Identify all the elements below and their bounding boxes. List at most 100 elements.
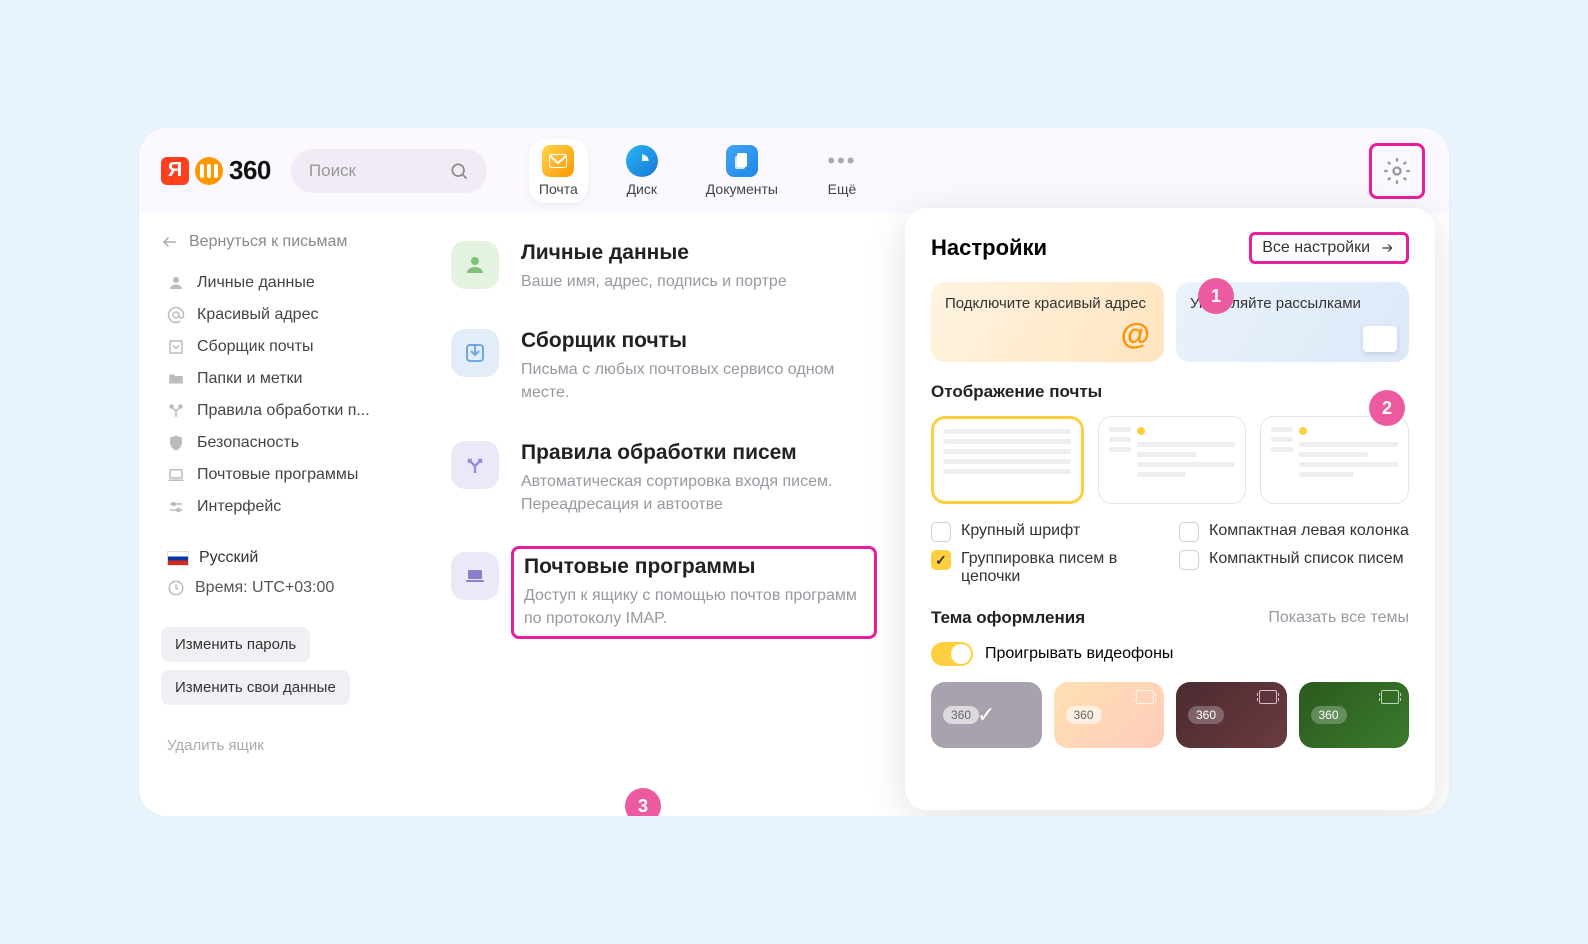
language-label: Русский <box>199 549 258 567</box>
sidebar-item-interface[interactable]: Интерфейс <box>161 491 407 523</box>
check-icon: ✓ <box>977 702 995 728</box>
checkbox-icon <box>931 522 951 542</box>
check-compact-list[interactable]: Компактный список писем <box>1179 550 1409 586</box>
card-desc: Автоматическая сортировка входя писем. П… <box>521 470 861 516</box>
search-placeholder: Поиск <box>309 161 356 181</box>
sidebar-item-mail-clients[interactable]: Почтовые программы <box>161 459 407 491</box>
sidebar-item-personal[interactable]: Личные данные <box>161 267 407 299</box>
person-icon <box>167 274 185 292</box>
section-theme-title: Тема оформления <box>931 608 1085 628</box>
sidebar-label: Почтовые программы <box>197 466 358 484</box>
check-group-threads[interactable]: ✓ Группировка писем в цепочки <box>931 550 1161 586</box>
promo-pretty-address[interactable]: Подключите красивый адрес @ <box>931 282 1164 362</box>
all-settings-label: Все настройки <box>1262 239 1370 257</box>
video-backgrounds-toggle[interactable]: Проигрывать видеофоны <box>931 642 1409 666</box>
theme-tag: 360 <box>1066 706 1102 724</box>
service-label: Диск <box>627 181 657 197</box>
film-icon <box>1381 690 1399 704</box>
timezone-row[interactable]: Время: UTC+03:00 <box>161 573 407 603</box>
mail-icon <box>542 145 574 177</box>
service-more[interactable]: ••• Ещё <box>816 139 868 203</box>
check-compact-left[interactable]: Компактная левая колонка <box>1179 522 1409 542</box>
logo[interactable]: Я 360 <box>161 155 271 186</box>
check-label: Группировка писем в цепочки <box>961 550 1161 586</box>
laptop-icon <box>451 552 499 600</box>
card-desc: Ваше имя, адрес, подпись и портре <box>521 270 787 293</box>
language-selector[interactable]: Русский <box>161 543 407 573</box>
sidebar-item-security[interactable]: Безопасность <box>161 427 407 459</box>
sidebar-item-rules[interactable]: Правила обработки п... <box>161 395 407 427</box>
mail-clients-highlight: Почтовые программы Доступ к ящику с помо… <box>511 546 877 639</box>
sidebar-label: Интерфейс <box>197 498 281 516</box>
arrow-right-icon <box>1378 241 1396 255</box>
clock-icon <box>167 579 185 597</box>
logo-text: 360 <box>229 155 271 186</box>
inbox-download-icon <box>451 329 499 377</box>
search-icon <box>449 161 469 181</box>
all-settings-link[interactable]: Все настройки <box>1249 232 1409 264</box>
card-title: Почтовые программы <box>524 555 864 579</box>
toggle-label: Проигрывать видеофоны <box>985 645 1173 663</box>
sidebar-item-collector[interactable]: Сборщик почты <box>161 331 407 363</box>
sidebar-label: Правила обработки п... <box>197 402 370 420</box>
layout-option-2[interactable] <box>1098 416 1247 504</box>
flag-ru-icon <box>167 551 189 566</box>
sidebar-label: Безопасность <box>197 434 299 452</box>
card-desc: Письма с любых почтовых сервисо одном ме… <box>521 358 861 404</box>
theme-option-4[interactable]: 360 <box>1299 682 1410 748</box>
change-data-button[interactable]: Изменить свои данные <box>161 670 350 705</box>
sidebar-label: Личные данные <box>197 274 315 292</box>
layout-option-3[interactable] <box>1260 416 1409 504</box>
split-arrow-icon <box>451 441 499 489</box>
promo-label: Подключите красивый адрес <box>945 295 1146 312</box>
annotation-badge-2: 2 <box>1369 390 1405 426</box>
back-label: Вернуться к письмам <box>189 233 347 251</box>
check-label: Компактный список писем <box>1209 550 1404 568</box>
layout-option-1[interactable] <box>931 416 1084 504</box>
theme-option-3[interactable]: 360 <box>1176 682 1287 748</box>
laptop-icon <box>167 466 185 484</box>
theme-tag: 360 <box>1311 706 1347 724</box>
at-icon <box>167 306 185 324</box>
split-icon <box>167 402 185 420</box>
check-label: Компактная левая колонка <box>1209 522 1409 540</box>
sidebar-label: Красивый адрес <box>197 306 318 324</box>
delete-mailbox-link[interactable]: Удалить ящик <box>161 737 407 754</box>
shield-icon <box>167 434 185 452</box>
inbox-icon <box>167 338 185 356</box>
search-input[interactable]: Поиск <box>291 149 487 193</box>
film-icon <box>1136 690 1154 704</box>
person-icon <box>451 241 499 289</box>
app-window: Я 360 Поиск Почта Диск <box>139 128 1449 816</box>
check-large-font[interactable]: Крупный шрифт <box>931 522 1161 542</box>
sidebar-item-address[interactable]: Красивый адрес <box>161 299 407 331</box>
at-decoration-icon: @ <box>1121 315 1150 354</box>
card-title: Сборщик почты <box>521 329 861 353</box>
service-label: Почта <box>539 181 578 197</box>
settings-button[interactable] <box>1383 157 1411 185</box>
card-title: Правила обработки писем <box>521 441 861 465</box>
theme-option-1[interactable]: 360 ✓ <box>931 682 1042 748</box>
annotation-badge-3: 3 <box>625 788 661 816</box>
card-title: Личные данные <box>521 241 787 265</box>
film-icon <box>1259 690 1277 704</box>
card-desc: Доступ к ящику с помощью почтов программ… <box>524 584 864 630</box>
timezone-label: Время: UTC+03:00 <box>195 579 334 597</box>
service-disk[interactable]: Диск <box>616 139 668 203</box>
show-all-themes-link[interactable]: Показать все темы <box>1268 609 1409 627</box>
more-icon: ••• <box>826 145 858 177</box>
service-mail[interactable]: Почта <box>529 139 588 203</box>
toggle-on-icon <box>931 642 973 666</box>
header-bar: Я 360 Поиск Почта Диск <box>139 128 1449 213</box>
popover-title: Настройки <box>931 235 1047 261</box>
settings-popover: Настройки Все настройки Подключите краси… <box>905 208 1435 810</box>
sidebar-item-folders[interactable]: Папки и метки <box>161 363 407 395</box>
envelope-decoration-icon <box>1363 326 1397 352</box>
change-password-button[interactable]: Изменить пароль <box>161 627 310 662</box>
theme-option-2[interactable]: 360 <box>1054 682 1165 748</box>
back-to-mail[interactable]: Вернуться к письмам <box>161 233 407 251</box>
service-documents[interactable]: Документы <box>696 139 788 203</box>
section-display-title: Отображение почты <box>931 382 1409 402</box>
settings-button-highlight <box>1369 143 1425 199</box>
theme-tag: 360 <box>943 706 979 724</box>
